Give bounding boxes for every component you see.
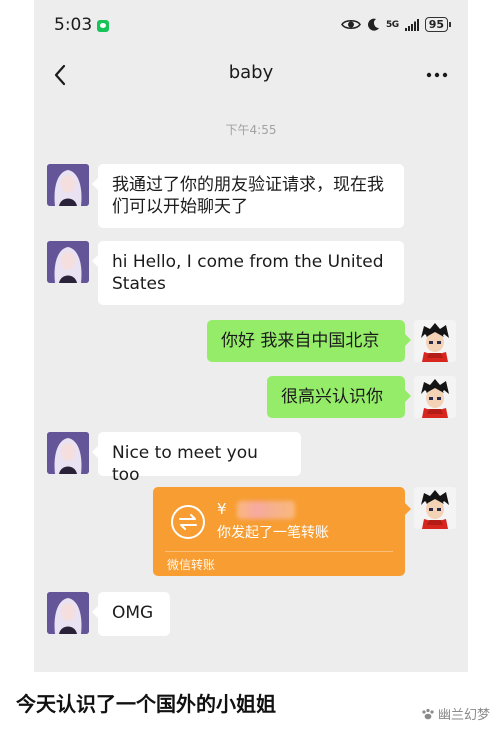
chat-title: baby <box>228 62 274 83</box>
transfer-icon <box>171 505 205 539</box>
eye-icon <box>341 19 361 30</box>
transfer-footer: 微信转账 <box>167 558 216 572</box>
wechat-notification-icon <box>97 20 109 32</box>
watermark-text: 幽兰幻梦 <box>437 708 490 723</box>
transfer-amount: ¥ <box>217 500 227 518</box>
watermark: 幽兰幻梦 <box>421 704 490 723</box>
status-bar: 5:03 5G 95 <box>34 0 468 50</box>
incoming-message-bubble[interactable]: 我通过了你的朋友验证请求，现在我们可以开始聊天了 <box>92 164 404 228</box>
post-caption: 今天认识了一个国外的小姐姐 <box>16 692 276 716</box>
outgoing-message-bubble[interactable]: 你好 我来自中国北京 <box>207 320 411 362</box>
user-avatar[interactable] <box>414 320 456 362</box>
back-arrow-icon[interactable] <box>50 62 72 88</box>
user-avatar[interactable] <box>414 487 456 529</box>
outgoing-message-bubble[interactable]: 很高兴认识你 <box>267 376 411 418</box>
transfer-divider <box>165 551 393 552</box>
contact-avatar[interactable] <box>47 241 89 283</box>
contact-avatar[interactable] <box>47 592 89 634</box>
transfer-card[interactable]: ¥ 你发起了一笔转账 微信转账 <box>153 487 411 576</box>
chat-header: baby <box>34 52 468 98</box>
user-avatar[interactable] <box>414 376 456 418</box>
transfer-description: 你发起了一笔转账 <box>217 525 329 541</box>
status-time: 5:03 <box>54 15 93 35</box>
battery-icon: 95 <box>424 17 452 32</box>
more-options-icon[interactable] <box>424 66 450 84</box>
contact-avatar[interactable] <box>47 164 89 206</box>
moon-icon <box>368 18 380 31</box>
incoming-message-bubble[interactable]: hi Hello, I come from the United States <box>92 241 404 305</box>
network-type: 5G <box>386 19 399 30</box>
message-timestamp: 下午4:55 <box>225 123 277 137</box>
contact-avatar[interactable] <box>47 432 89 474</box>
redacted-amount <box>237 501 295 519</box>
signal-icon <box>404 18 419 31</box>
phone-screen: 5:03 5G 95 baby 下午4:55 我通过了你的朋友验证请求，现在我们… <box>34 0 468 672</box>
incoming-message-bubble[interactable]: Nice to meet you too <box>92 432 301 485</box>
paw-icon <box>422 708 434 719</box>
status-icons: 5G 95 <box>341 17 452 32</box>
incoming-message-bubble[interactable]: OMG <box>92 592 170 636</box>
